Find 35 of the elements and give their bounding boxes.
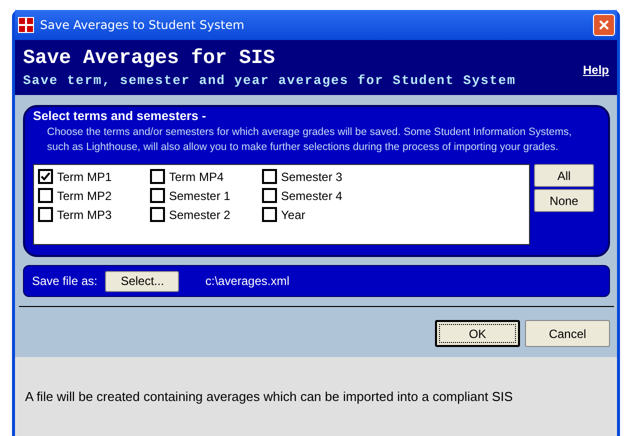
close-icon xyxy=(598,19,610,31)
header-title: Save Averages for SIS xyxy=(23,47,276,70)
checkbox[interactable] xyxy=(262,169,277,184)
checkbox-label: Semester 1 xyxy=(169,188,230,202)
select-file-button[interactable]: Select... xyxy=(105,270,180,292)
app-icon xyxy=(18,17,34,33)
none-button[interactable]: None xyxy=(534,189,594,212)
cancel-button[interactable]: Cancel xyxy=(525,320,610,347)
checkbox[interactable] xyxy=(262,207,277,222)
checkbox-label: Term MP1 xyxy=(57,170,112,184)
checkbox[interactable] xyxy=(262,188,277,203)
checkbox-label: Term MP2 xyxy=(57,188,112,202)
checkbox[interactable] xyxy=(38,207,53,222)
checkbox[interactable] xyxy=(150,188,165,203)
status-text: A file will be created containing averages which can be imported into a compliant SIS xyxy=(25,389,513,404)
checkbox-label: Semester 4 xyxy=(281,188,342,202)
help-link[interactable]: Help xyxy=(582,62,609,76)
window-title: Save Averages to Student System xyxy=(40,18,246,32)
checkbox[interactable] xyxy=(150,169,165,184)
ok-button[interactable]: OK xyxy=(435,320,520,347)
panel-description: Choose the terms and/or semesters for which average grades will be saved. Some Student Information Systems, such as Lighthouse, will also allow you to make further selections during the process of importing your grades. xyxy=(46,125,573,155)
header-subtitle: Save term, semester and year averages for Student System xyxy=(23,73,517,88)
close-button[interactable] xyxy=(593,14,615,36)
checkbox[interactable] xyxy=(150,207,165,222)
checkbox-label: Semester 3 xyxy=(281,170,342,184)
checkbox-label: Term MP4 xyxy=(169,170,224,184)
all-button[interactable]: All xyxy=(534,164,594,187)
save-label: Save file as: xyxy=(32,274,98,288)
checkbox[interactable] xyxy=(38,169,53,184)
file-path: c:\averages.xml xyxy=(205,274,290,288)
panel-title: Select terms and semesters - xyxy=(33,109,208,123)
checkbox-label: Semester 2 xyxy=(169,208,230,222)
checkbox-label: Term MP3 xyxy=(57,208,112,222)
checkbox-label: Year xyxy=(281,208,306,222)
checkbox[interactable] xyxy=(38,188,53,203)
